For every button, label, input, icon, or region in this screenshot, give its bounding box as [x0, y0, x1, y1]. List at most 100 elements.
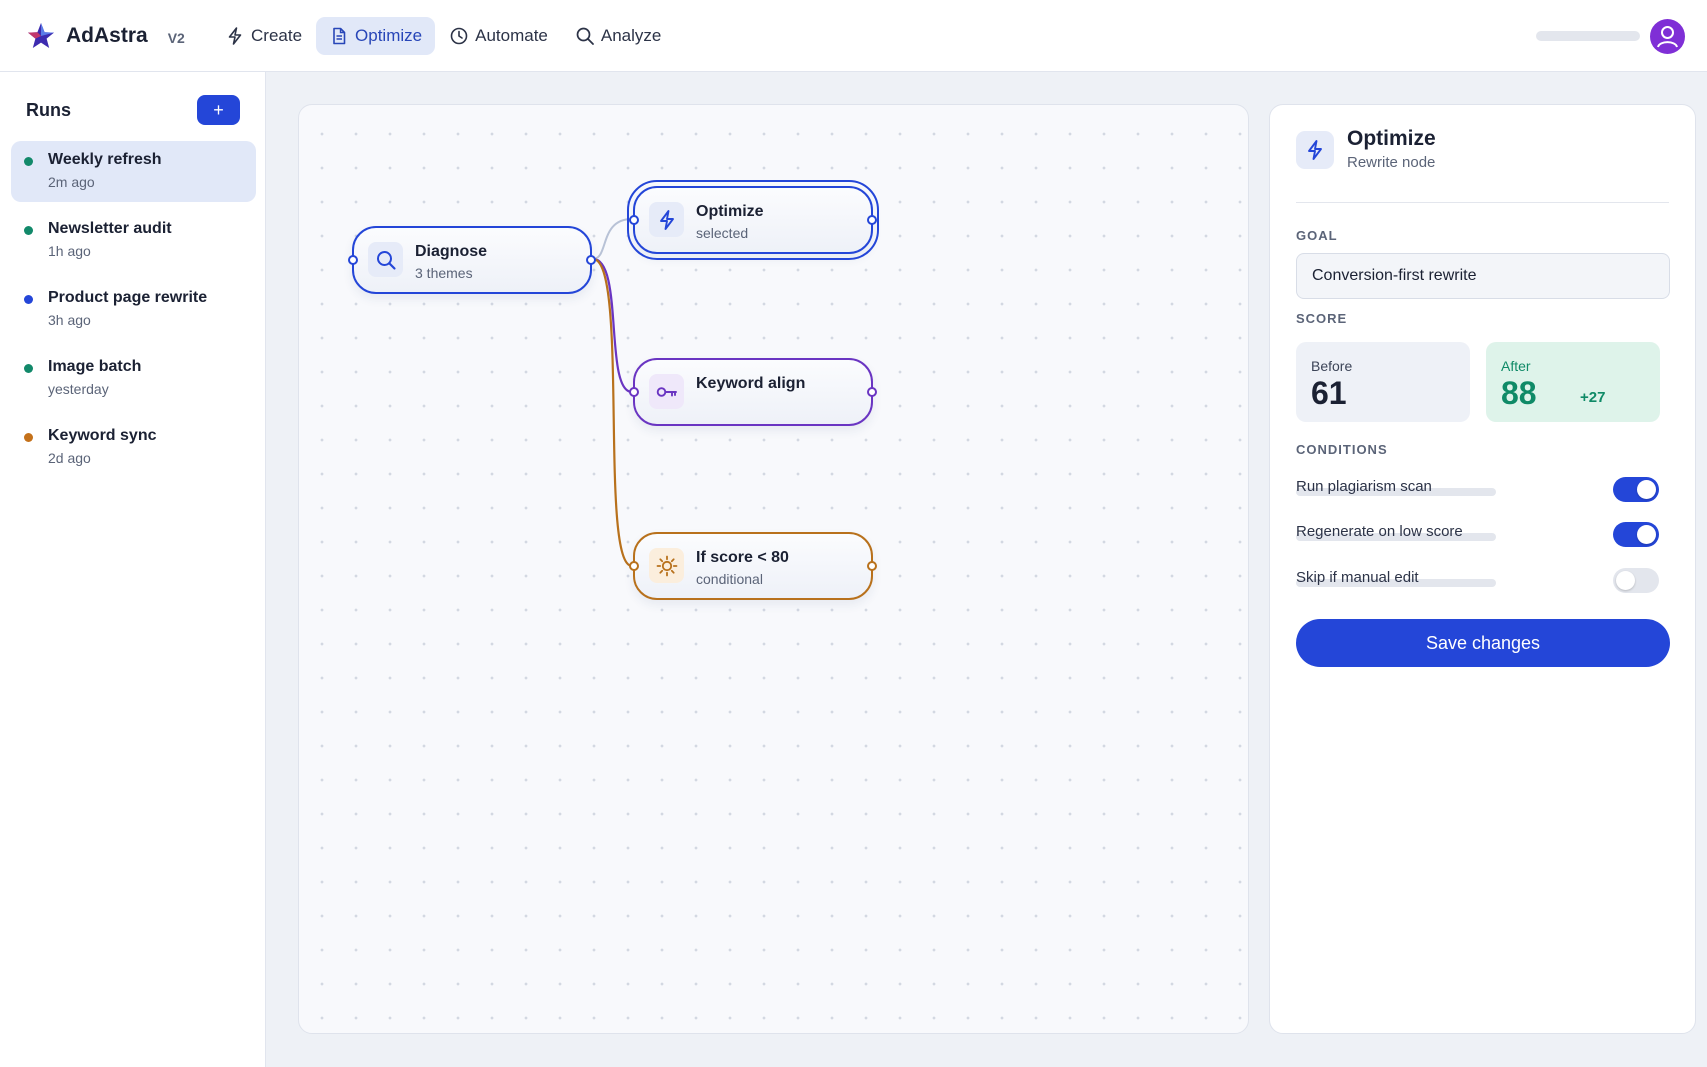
run-time: 3h ago	[48, 312, 91, 328]
run-item[interactable]: Product page rewrite 3h ago	[11, 279, 256, 340]
search-icon	[576, 27, 594, 45]
status-dot	[24, 433, 33, 442]
status-dot	[24, 295, 33, 304]
top-bar: AdAstra V2 Create Optimize Automate Anal…	[0, 0, 1707, 72]
lightning-icon	[1308, 140, 1322, 160]
nav-optimize-label: Optimize	[355, 26, 423, 45]
nav-create[interactable]: Create	[212, 17, 315, 55]
node-icon-box	[1296, 131, 1334, 169]
run-item[interactable]: Weekly refresh 2m ago	[11, 141, 256, 202]
condition-row: Regenerate on low score	[1296, 522, 1669, 548]
toggle-knob	[1637, 525, 1656, 544]
run-time: 2m ago	[48, 174, 95, 190]
output-port[interactable]	[867, 387, 877, 397]
clock-icon	[450, 27, 468, 45]
node-keyword-align[interactable]: Keyword align	[629, 358, 877, 426]
plagiarism-scan-toggle[interactable]	[1613, 477, 1659, 502]
conditions-label: CONDITIONS	[1296, 442, 1388, 457]
app-version: V2	[167, 29, 185, 46]
node-icon-box	[649, 548, 684, 583]
input-port[interactable]	[629, 561, 639, 571]
node-diagnose[interactable]: Diagnose 3 themes	[348, 226, 596, 294]
app-name: AdAstra	[66, 24, 148, 47]
run-item[interactable]: Keyword sync 2d ago	[11, 417, 256, 478]
run-time: 2d ago	[48, 450, 91, 466]
condition-row: Run plagiarism scan	[1296, 477, 1669, 503]
output-port[interactable]	[867, 215, 877, 225]
lightning-icon	[228, 27, 242, 45]
skip-manual-edit-toggle[interactable]	[1613, 568, 1659, 593]
search-icon	[376, 250, 396, 270]
status-dot	[24, 157, 33, 166]
run-name: Weekly refresh	[48, 151, 162, 168]
goal-label: GOAL	[1296, 228, 1338, 243]
score-before-card: Before 61	[1296, 342, 1470, 422]
key-icon	[656, 386, 677, 397]
main-nav: Create Optimize Automate Analyze	[212, 17, 675, 55]
condition-label: Run plagiarism scan	[1296, 478, 1432, 495]
goal-input[interactable]	[1296, 253, 1670, 299]
runs-sidebar: Runs + Weekly refresh 2m ago Newsletter …	[0, 72, 266, 1067]
input-port[interactable]	[629, 387, 639, 397]
node-title: If score < 80	[696, 549, 789, 566]
run-name: Keyword sync	[48, 427, 157, 444]
runs-list: Weekly refresh 2m ago Newsletter audit 1…	[11, 141, 256, 486]
status-dot	[24, 226, 33, 235]
nav-automate[interactable]: Automate	[436, 17, 561, 55]
runs-title: Runs	[26, 100, 71, 120]
score-delta: +27	[1580, 389, 1606, 406]
node-subtitle: selected	[696, 225, 749, 241]
condition-label: Skip if manual edit	[1296, 569, 1419, 586]
nav-analyze-label: Analyze	[600, 26, 662, 45]
brand[interactable]: AdAstra V2	[26, 21, 185, 51]
avatar[interactable]	[1650, 19, 1685, 54]
node-condition[interactable]: If score < 80 conditional	[629, 532, 877, 600]
nav-automate-label: Automate	[475, 26, 548, 45]
run-time: yesterday	[48, 381, 109, 397]
regenerate-toggle[interactable]	[1613, 522, 1659, 547]
node-icon-box	[649, 374, 684, 409]
input-port[interactable]	[629, 215, 639, 225]
workflow-canvas[interactable]: Diagnose 3 themes Optimize selected Keyw…	[298, 104, 1249, 1034]
run-name: Product page rewrite	[48, 289, 208, 306]
add-run-button[interactable]: +	[197, 95, 240, 125]
toggle-knob	[1637, 480, 1656, 499]
node-icon-box	[649, 202, 684, 237]
user-name-placeholder	[1536, 31, 1640, 41]
score-label: SCORE	[1296, 311, 1348, 326]
nav-analyze[interactable]: Analyze	[562, 17, 674, 55]
output-port[interactable]	[867, 561, 877, 571]
node-icon-box	[368, 242, 403, 277]
node-optimize[interactable]: Optimize selected	[627, 180, 879, 260]
node-subtitle: 3 themes	[415, 265, 473, 281]
user-icon	[1657, 26, 1678, 48]
run-name: Image batch	[48, 358, 142, 375]
node-title: Diagnose	[415, 243, 488, 260]
sun-icon	[656, 555, 677, 576]
after-value: 88	[1501, 375, 1537, 411]
run-name: Newsletter audit	[48, 220, 172, 237]
condition-row: Skip if manual edit	[1296, 568, 1669, 594]
nav-create-label: Create	[251, 26, 303, 45]
run-time: 1h ago	[48, 243, 91, 259]
output-port[interactable]	[586, 255, 596, 265]
node-title: Optimize	[696, 203, 764, 220]
inspector-subtitle: Rewrite node	[1347, 154, 1436, 171]
condition-label: Regenerate on low score	[1296, 523, 1463, 540]
score-after-card: After 88 +27	[1486, 342, 1660, 422]
before-value: 61	[1311, 375, 1347, 411]
input-port[interactable]	[348, 255, 358, 265]
node-title: Keyword align	[696, 375, 806, 392]
save-button[interactable]: Save changes	[1296, 619, 1670, 667]
toggle-knob	[1616, 571, 1635, 590]
lightning-icon	[659, 209, 674, 230]
inspector-title: Optimize	[1347, 127, 1436, 150]
nav-optimize[interactable]: Optimize	[316, 17, 436, 55]
star-logo-icon	[28, 23, 54, 48]
run-item[interactable]: Newsletter audit 1h ago	[11, 210, 256, 271]
node-subtitle: conditional	[696, 571, 763, 587]
after-label: After	[1501, 358, 1531, 374]
run-item[interactable]: Image batch yesterday	[11, 348, 256, 409]
edge-diagnose-optimize	[592, 218, 633, 260]
inspector-panel: Optimize Rewrite node GOAL SCORE Before …	[1269, 104, 1696, 1034]
